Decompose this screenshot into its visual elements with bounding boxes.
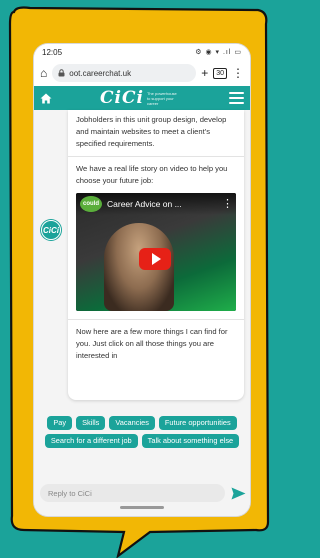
more-vert-icon[interactable]: ⋮ — [232, 66, 244, 80]
video-more-icon[interactable]: ⋮ — [222, 198, 233, 210]
chat-area: CiCi Jobholders in this unit group desig… — [34, 110, 250, 516]
bot-message-more-options: Now here are a few more things I can fin… — [76, 327, 228, 360]
hamburger-menu-icon[interactable] — [228, 92, 244, 104]
site-logo[interactable]: CiCi The powerhouse to support your care… — [100, 88, 181, 108]
play-button-icon[interactable] — [139, 248, 171, 270]
site-header: CiCi The powerhouse to support your care… — [34, 86, 250, 110]
browser-toolbar: ⌂ oot.careerchat.uk + 30 ⋮ — [34, 60, 250, 86]
chip-vacancies[interactable]: Vacancies — [109, 416, 155, 430]
chip-future-opportunities[interactable]: Future opportunities — [158, 416, 237, 430]
logo-tagline: The powerhouse to support your career — [146, 90, 177, 106]
quick-reply-chips: Pay Skills Vacancies Future opportunitie… — [34, 416, 250, 448]
bot-message-video-intro: We have a real life story on video to he… — [76, 164, 228, 185]
chip-search-different-job[interactable]: Search for a different job — [44, 434, 138, 448]
video-embed[interactable]: could Career Advice on ... ⋮ — [76, 193, 236, 311]
lock-icon — [58, 69, 65, 77]
message-divider — [68, 156, 244, 157]
message-divider — [68, 319, 244, 320]
bot-message-card: Jobholders in this unit group design, de… — [68, 110, 244, 400]
tab-switcher-button[interactable]: 30 — [213, 67, 227, 79]
site-home-icon[interactable] — [40, 93, 52, 104]
reply-input[interactable] — [40, 484, 225, 502]
bot-message-description: Jobholders in this unit group design, de… — [76, 115, 227, 148]
send-icon[interactable] — [230, 485, 246, 501]
logo-text: CiCi — [100, 88, 144, 108]
status-bar: 12:05 ⚙ ◉ ▾ .ıl ▭ — [34, 44, 250, 60]
phone-screen: 12:05 ⚙ ◉ ▾ .ıl ▭ ⌂ oot.careerchat.uk + … — [34, 44, 250, 516]
gesture-home-indicator[interactable] — [120, 506, 164, 509]
channel-logo[interactable]: could — [80, 196, 102, 212]
new-tab-plus-icon[interactable]: + — [201, 66, 208, 80]
chip-skills[interactable]: Skills — [76, 416, 106, 430]
reply-bar — [40, 484, 246, 502]
status-icons: ⚙ ◉ ▾ .ıl ▭ — [195, 49, 242, 56]
url-text: oot.careerchat.uk — [69, 68, 132, 78]
video-title-bar: could Career Advice on ... ⋮ — [76, 193, 236, 215]
chip-talk-something-else[interactable]: Talk about something else — [141, 434, 240, 448]
address-bar[interactable]: oot.careerchat.uk — [52, 64, 197, 82]
home-icon[interactable]: ⌂ — [40, 66, 47, 80]
video-title[interactable]: Career Advice on ... — [107, 198, 217, 210]
tab-count: 30 — [213, 67, 227, 79]
status-time: 12:05 — [42, 47, 63, 57]
cici-avatar: CiCi — [41, 220, 61, 240]
chip-pay[interactable]: Pay — [47, 416, 73, 430]
